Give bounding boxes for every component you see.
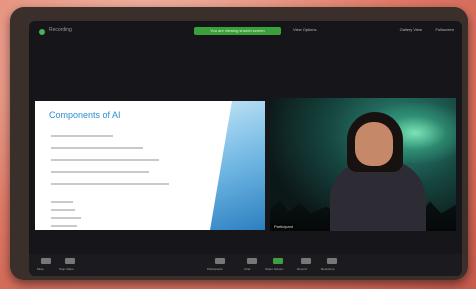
screen-share-banner: You are viewing shared screen [194,27,281,35]
slide-bullet-line [51,171,149,173]
slide-accent-shape [210,101,265,230]
record-icon[interactable] [301,258,311,264]
slide-bullet-line [51,183,169,185]
meeting-topbar: Recording You are viewing shared screen … [29,21,462,45]
slide-bullet-line [51,217,81,219]
slide-bullet-line [51,147,143,149]
meeting-toolbar: Mute Stop Video Participants Chat Share … [29,254,462,276]
slide-bullet-line [51,201,73,203]
participants-icon[interactable] [215,258,225,264]
view-options-button[interactable]: View Options [293,27,317,32]
meeting-window: Recording You are viewing shared screen … [29,21,462,276]
participant-face [355,122,393,166]
record-label: Record [297,267,307,271]
fullscreen-button[interactable]: Fullscreen [436,27,454,32]
slide-bullet-line [51,159,159,161]
gallery-view-button[interactable]: Gallery View [400,27,422,32]
share-screen-label: Share Screen [265,267,284,271]
reactions-icon[interactable] [327,258,337,264]
mute-icon[interactable] [41,258,51,264]
video-icon[interactable] [65,258,75,264]
chat-label: Chat [244,267,251,271]
participant-video[interactable]: Participant [270,98,456,231]
share-screen-icon[interactable] [273,258,283,264]
slide-bullet-line [51,209,75,211]
stop-video-label: Stop Video [59,267,74,271]
chat-icon[interactable] [247,258,257,264]
participants-label: Participants [207,267,223,271]
slide-bullet-line [51,225,77,227]
slide-title: Components of AI [49,110,121,120]
recording-indicator-icon [39,29,45,35]
recording-label: Recording [49,27,72,33]
reactions-label: Reactions [321,267,335,271]
slide-bullet-line [51,135,113,137]
mute-label: Mute [37,267,44,271]
shared-slide: Components of AI [35,101,265,230]
laptop-frame: Recording You are viewing shared screen … [10,7,468,280]
participant-name-label: Participant [272,224,295,229]
